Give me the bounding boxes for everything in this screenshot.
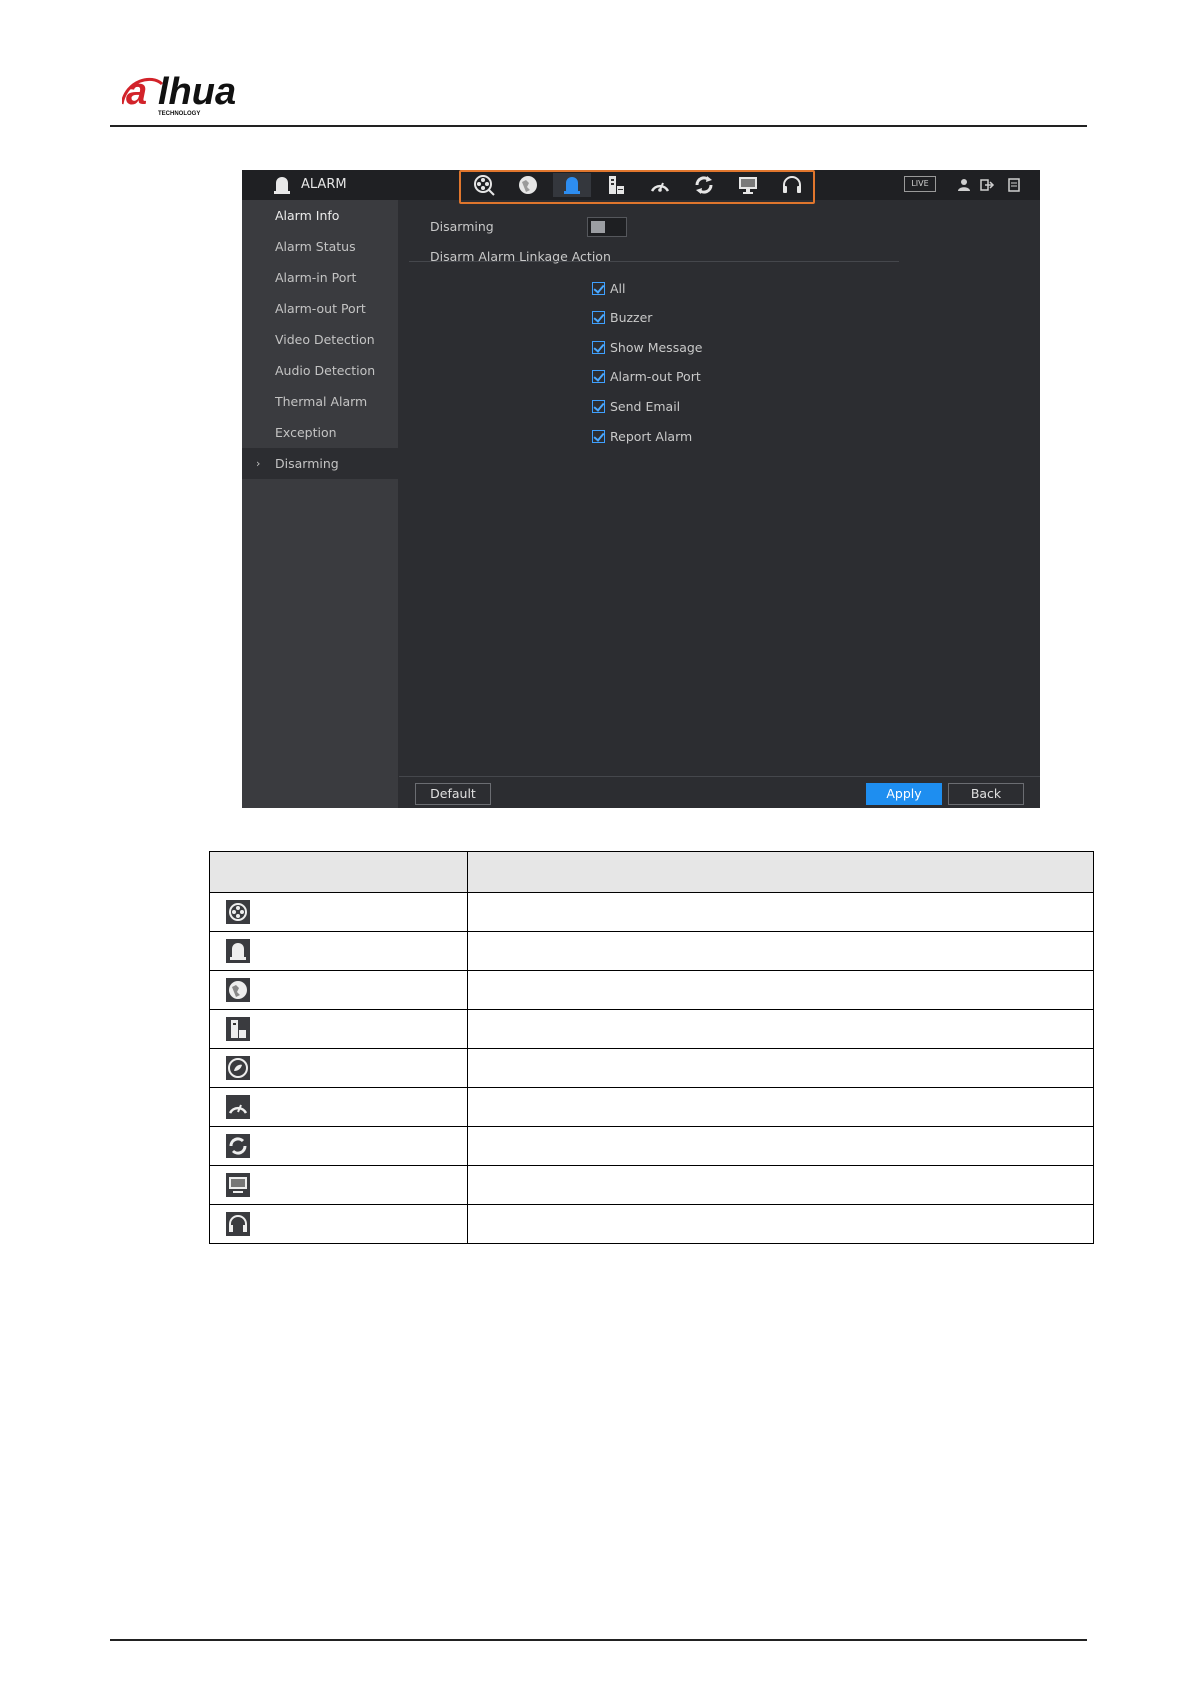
alarm-bell-icon[interactable] — [553, 173, 591, 197]
maintenance-icon[interactable] — [685, 173, 723, 197]
sidebar-item-disarming[interactable]: › Disarming — [242, 448, 398, 479]
action-label: Show Message — [610, 339, 703, 355]
table-row — [209, 1087, 1094, 1127]
action-label: Report Alarm — [610, 428, 693, 444]
table-row — [209, 1048, 1094, 1088]
table-cell-description — [467, 1048, 1094, 1088]
audio-icon[interactable] — [773, 173, 811, 197]
sidebar-item-label: Disarming — [275, 456, 339, 471]
table-row — [209, 970, 1094, 1010]
sidebar-item-audio-detection[interactable]: Audio Detection — [242, 355, 398, 386]
audio-icon — [226, 1212, 250, 1236]
sidebar-item-alarm-out-port[interactable]: Alarm-out Port — [242, 293, 398, 324]
action-show-message[interactable]: Show Message — [592, 338, 703, 356]
search-icon — [226, 900, 250, 924]
table-cell-description — [467, 1126, 1094, 1166]
section-divider — [409, 261, 899, 262]
storage-icon — [226, 1017, 250, 1041]
checkbox-checked-icon[interactable] — [592, 310, 605, 324]
checkbox-checked-icon[interactable] — [592, 369, 605, 383]
action-alarm-out-port[interactable]: Alarm-out Port — [592, 367, 701, 385]
table-cell-description — [467, 892, 1094, 932]
toggle-knob — [591, 221, 605, 233]
icon-description-table — [209, 851, 1094, 1244]
table-cell-description — [467, 970, 1094, 1010]
live-button[interactable]: LIVE — [904, 176, 936, 192]
table-row — [209, 1009, 1094, 1049]
dahua-logo: a lhua TECHNOLOGY — [122, 72, 236, 117]
sidebar-header[interactable]: Alarm Info — [242, 200, 398, 231]
table-row — [209, 1165, 1094, 1205]
user-icon[interactable] — [956, 177, 972, 193]
sidebar-item-alarm-status[interactable]: Alarm Status — [242, 231, 398, 262]
checkbox-checked-icon[interactable] — [592, 281, 605, 295]
action-label: Alarm-out Port — [610, 368, 701, 384]
display-icon[interactable] — [729, 173, 767, 197]
svg-text:lhua: lhua — [158, 72, 236, 113]
fullscreen-icon[interactable] — [1006, 177, 1022, 193]
table-row — [209, 1204, 1094, 1244]
sidebar-item-thermal-alarm[interactable]: Thermal Alarm — [242, 386, 398, 417]
action-buzzer[interactable]: Buzzer — [592, 308, 652, 326]
sidebar-item-alarm-in-port[interactable]: Alarm-in Port — [242, 262, 398, 293]
chevron-right-icon: › — [256, 457, 261, 470]
disarming-toggle[interactable] — [587, 217, 627, 237]
action-label: Send Email — [610, 398, 681, 414]
search-icon[interactable] — [465, 173, 503, 197]
action-send-email[interactable]: Send Email — [592, 397, 680, 415]
logout-icon[interactable] — [979, 177, 995, 193]
action-label: Buzzer — [610, 309, 653, 325]
network-icon — [226, 978, 250, 1002]
table-header-row — [209, 851, 1094, 893]
disarming-label: Disarming — [430, 219, 494, 234]
table-row — [209, 931, 1094, 971]
table-cell-description — [467, 1204, 1094, 1244]
table-header-icon — [209, 851, 468, 893]
header-rule — [110, 125, 1087, 127]
alarm-bell-icon — [274, 177, 290, 194]
table-cell-description — [467, 1009, 1094, 1049]
window-title: ALARM — [301, 177, 347, 192]
svg-text:a: a — [126, 72, 147, 113]
back-button[interactable]: Back — [948, 783, 1024, 805]
table-cell-description — [467, 1165, 1094, 1205]
table-cell-description — [467, 931, 1094, 971]
storage-icon[interactable] — [597, 173, 635, 197]
display-icon — [226, 1173, 250, 1197]
alarm-bell-icon — [226, 939, 250, 963]
action-all[interactable]: All — [592, 279, 626, 297]
sidebar-item-exception[interactable]: Exception — [242, 417, 398, 448]
table-row — [209, 892, 1094, 932]
action-report-alarm[interactable]: Report Alarm — [592, 427, 692, 445]
sidebar: Alarm Info Alarm Status Alarm-in Port Al… — [242, 200, 398, 808]
table-row — [209, 1126, 1094, 1166]
action-label: All — [610, 280, 626, 296]
system-info-icon[interactable] — [641, 173, 679, 197]
footer-rule — [110, 1639, 1087, 1641]
checkbox-checked-icon[interactable] — [592, 340, 605, 354]
table-header-description — [467, 851, 1094, 893]
alarm-window: ALARM LIVE Alarm Info Alarm Status Alarm… — [242, 170, 1040, 808]
sidebar-item-video-detection[interactable]: Video Detection — [242, 324, 398, 355]
account-icon — [226, 1056, 250, 1080]
maintenance-icon — [226, 1134, 250, 1158]
default-button[interactable]: Default — [415, 783, 491, 805]
checkbox-checked-icon[interactable] — [592, 399, 605, 413]
apply-button[interactable]: Apply — [866, 783, 942, 805]
svg-text:TECHNOLOGY: TECHNOLOGY — [158, 111, 200, 117]
table-cell-description — [467, 1087, 1094, 1127]
footer-bar — [399, 776, 1040, 808]
checkbox-checked-icon[interactable] — [592, 429, 605, 443]
network-icon[interactable] — [509, 173, 547, 197]
system-info-icon — [226, 1095, 250, 1119]
